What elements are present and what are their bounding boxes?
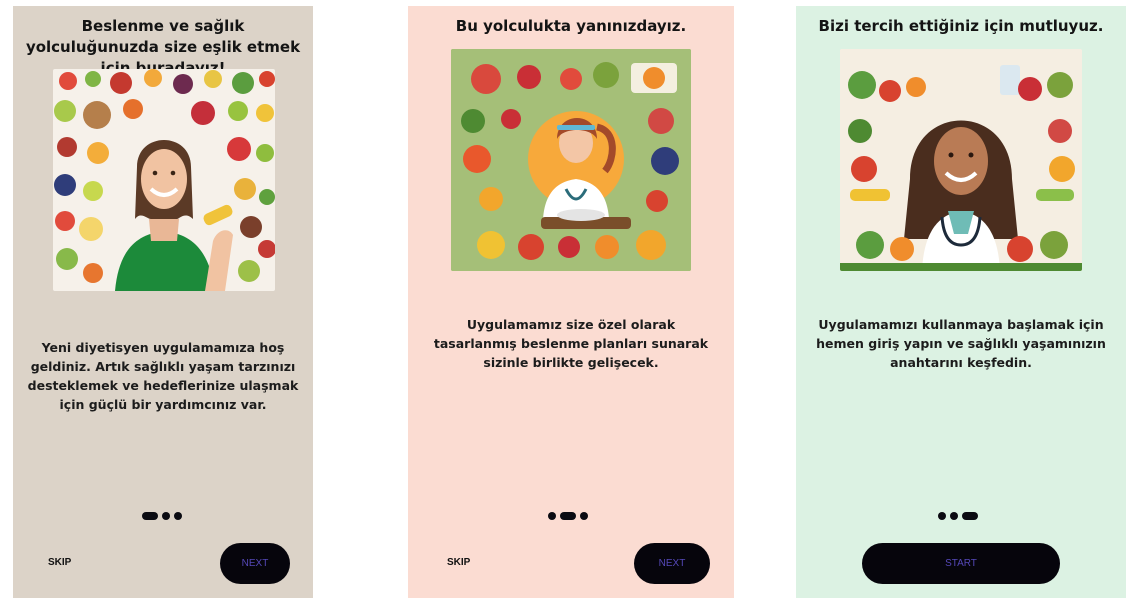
onboarding-screen-1: Beslenme ve sağlık yolculuğunuzda size e…: [13, 6, 313, 598]
page-indicator: [142, 512, 182, 520]
onboarding-screen-3: Bizi tercih ettiğiniz için mutluyuz. Uyg…: [796, 6, 1126, 598]
woman-with-fruits-illustration: [53, 69, 275, 291]
page-dot-1: [548, 512, 556, 520]
skip-button[interactable]: SKIP: [48, 557, 71, 568]
page-dot-2: [950, 512, 958, 520]
dietitian-with-vegetables-illustration: [451, 49, 691, 271]
screen-title: Bizi tercih ettiğiniz için mutluyuz.: [818, 17, 1104, 35]
page-dot-1: [938, 512, 946, 520]
page-dot-2-active: [560, 512, 576, 520]
page-indicator: [548, 512, 588, 520]
onboarding-screen-2: Bu yolculukta yanınızdayız. Uygulamamız …: [408, 6, 734, 598]
start-button[interactable]: START: [862, 543, 1060, 584]
next-button[interactable]: NEXT: [634, 543, 710, 584]
screen-description: Yeni diyetisyen uygulamamıza hoş geldini…: [27, 340, 299, 412]
page-dot-3-active: [962, 512, 978, 520]
page-dot-1-active: [142, 512, 158, 520]
screen-description: Uygulamamızı kullanmaya başlamak için he…: [816, 317, 1106, 370]
page-dot-2: [162, 512, 170, 520]
page-dot-3: [580, 512, 588, 520]
smiling-dietitian-illustration: [840, 49, 1082, 271]
skip-button[interactable]: SKIP: [447, 557, 470, 568]
next-button[interactable]: NEXT: [220, 543, 290, 584]
page-dot-3: [174, 512, 182, 520]
page-indicator: [938, 512, 978, 520]
screen-title: Bu yolculukta yanınızdayız.: [455, 17, 687, 35]
screen-description: Uygulamamız size özel olarak tasarlanmış…: [433, 317, 709, 370]
